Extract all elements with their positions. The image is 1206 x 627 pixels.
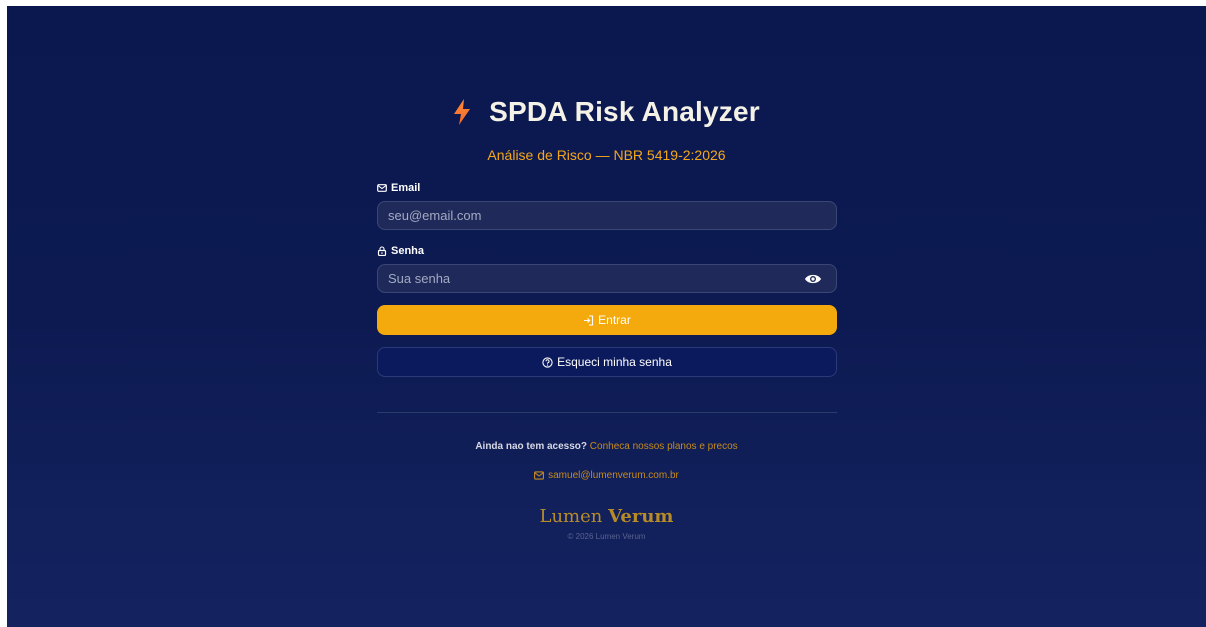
login-form: Email Senha [377, 182, 837, 377]
email-label: Email [377, 182, 837, 194]
copyright: © 2026 Lumen Verum [567, 532, 646, 541]
brand-logo-light: Lumen [539, 506, 603, 527]
password-label-text: Senha [391, 245, 425, 257]
email-input[interactable] [378, 202, 836, 229]
login-arrow-icon [584, 314, 594, 326]
divider [377, 412, 837, 413]
login-button[interactable]: Entrar [377, 305, 837, 335]
password-input[interactable] [378, 265, 836, 292]
login-button-label: Entrar [598, 313, 631, 327]
forgot-password-label: Esqueci minha senha [557, 355, 672, 369]
app-subtitle: Análise de Risco — NBR 5419-2:2026 [487, 147, 726, 163]
plans-link[interactable]: Conheca nossos planos e precos [590, 441, 738, 452]
envelope-icon [534, 471, 545, 480]
email-field-wrapper [377, 201, 837, 230]
contact-email-link[interactable]: samuel@lumenverum.com.br [7, 470, 1206, 481]
contact-email: samuel@lumenverum.com.br [548, 470, 679, 481]
forgot-password-button[interactable]: Esqueci minha senha [377, 347, 837, 377]
app-header: SPDA Risk Analyzer [7, 96, 1206, 128]
email-label-text: Email [391, 182, 421, 194]
question-circle-icon [542, 356, 553, 368]
brand-logo-strong: Verum [608, 506, 674, 527]
eye-icon[interactable] [804, 272, 822, 286]
app-title: SPDA Risk Analyzer [489, 96, 760, 127]
access-question: Ainda nao tem acesso? [475, 441, 588, 452]
password-field-wrapper [377, 264, 837, 293]
brand-logo: Lumen Verum [7, 506, 1206, 527]
password-label: Senha [377, 245, 837, 257]
envelope-icon [377, 184, 387, 192]
access-prompt: Ainda nao tem acesso? Conheca nossos pla… [7, 441, 1206, 452]
login-screen: SPDA Risk Analyzer Análise de Risco — NB… [7, 6, 1206, 627]
lightning-bolt-icon [454, 99, 471, 125]
lock-icon [377, 246, 387, 256]
